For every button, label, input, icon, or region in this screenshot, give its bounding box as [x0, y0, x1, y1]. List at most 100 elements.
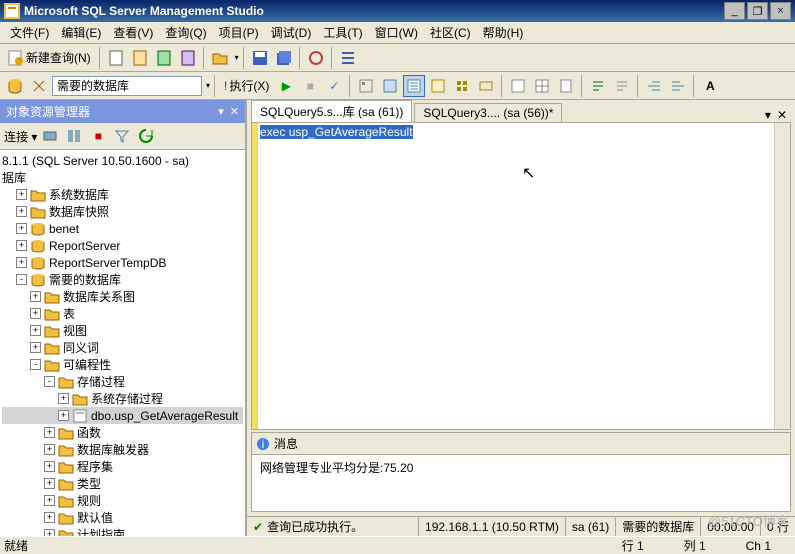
- new-query-button[interactable]: 新建查询(N): [4, 47, 95, 68]
- tree-node[interactable]: +默认值: [2, 509, 243, 526]
- results-text-icon[interactable]: [507, 75, 529, 97]
- outdent-icon[interactable]: [667, 75, 689, 97]
- expander-icon[interactable]: +: [44, 444, 55, 455]
- uncomment-icon[interactable]: [611, 75, 633, 97]
- object-tree[interactable]: 8.1.1 (SQL Server 10.50.1600 - sa) 据库 +系…: [0, 150, 245, 536]
- tree-node[interactable]: +benet: [2, 220, 243, 237]
- execute-button[interactable]: ! 执行(X): [220, 77, 273, 94]
- change-conn-icon[interactable]: [28, 75, 50, 97]
- editor-scrollbar[interactable]: [774, 123, 790, 429]
- tb-btn-3[interactable]: [153, 47, 175, 69]
- db-icon[interactable]: [4, 75, 26, 97]
- indent-icon[interactable]: [643, 75, 665, 97]
- expander-icon[interactable]: +: [58, 410, 69, 421]
- expander-icon[interactable]: -: [16, 274, 27, 285]
- connect-dropdown[interactable]: 连接 ▾: [4, 128, 37, 145]
- sql-editor[interactable]: exec usp_GetAverageResult ↖: [251, 122, 791, 430]
- parse-icon[interactable]: ✓: [323, 75, 345, 97]
- expander-icon[interactable]: +: [16, 189, 27, 200]
- oe-btn-refresh[interactable]: [135, 125, 157, 147]
- tree-node[interactable]: +dbo.usp_GetAverageResult: [2, 407, 243, 424]
- expander-icon[interactable]: +: [44, 461, 55, 472]
- tree-node[interactable]: +系统存储过程: [2, 390, 243, 407]
- tree-node[interactable]: +视图: [2, 322, 243, 339]
- oe-btn-2[interactable]: [63, 125, 85, 147]
- menu-debug[interactable]: 调试(D): [265, 22, 318, 43]
- tree-node[interactable]: +ReportServer: [2, 237, 243, 254]
- tb-btn-2[interactable]: [129, 47, 151, 69]
- minimize-button[interactable]: _: [724, 2, 745, 20]
- tree-node[interactable]: +数据库关系图: [2, 288, 243, 305]
- database-dropdown[interactable]: 需要的数据库: [52, 76, 202, 96]
- tree-node[interactable]: +同义词: [2, 339, 243, 356]
- open-icon[interactable]: [209, 47, 231, 69]
- menu-window[interactable]: 窗口(W): [369, 22, 424, 43]
- menu-query[interactable]: 查询(Q): [159, 22, 212, 43]
- tree-node[interactable]: +函数: [2, 424, 243, 441]
- messages-tab[interactable]: i 消息: [252, 433, 790, 455]
- activity-icon[interactable]: [305, 47, 327, 69]
- tb-btn-1[interactable]: [105, 47, 127, 69]
- save-icon[interactable]: [249, 47, 271, 69]
- opts-icon-1[interactable]: [379, 75, 401, 97]
- object-explorer-close[interactable]: ✕: [230, 105, 239, 118]
- plan-icon[interactable]: [355, 75, 377, 97]
- oe-btn-1[interactable]: [39, 125, 61, 147]
- tree-node[interactable]: +计划指南: [2, 526, 243, 536]
- menu-project[interactable]: 项目(P): [213, 22, 265, 43]
- tb-btn-4[interactable]: [177, 47, 199, 69]
- expander-icon[interactable]: +: [44, 529, 55, 536]
- stop-icon[interactable]: ■: [299, 75, 321, 97]
- expander-icon[interactable]: +: [44, 427, 55, 438]
- menu-tools[interactable]: 工具(T): [317, 22, 368, 43]
- opts-icon-5[interactable]: [475, 75, 497, 97]
- tree-node[interactable]: +类型: [2, 475, 243, 492]
- tree-node[interactable]: +数据库快照: [2, 203, 243, 220]
- tree-node[interactable]: -可编程性: [2, 356, 243, 373]
- menu-community[interactable]: 社区(C): [424, 22, 477, 43]
- expander-icon[interactable]: -: [30, 359, 41, 370]
- tree-node[interactable]: +系统数据库: [2, 186, 243, 203]
- results-file-icon[interactable]: [555, 75, 577, 97]
- list-icon[interactable]: [337, 47, 359, 69]
- oe-btn-3[interactable]: ■: [87, 125, 109, 147]
- restore-button[interactable]: ❐: [747, 2, 768, 20]
- tree-node[interactable]: +程序集: [2, 458, 243, 475]
- open-dropdown[interactable]: ▾: [235, 53, 239, 62]
- menu-help[interactable]: 帮助(H): [477, 22, 530, 43]
- tree-node[interactable]: -需要的数据库: [2, 271, 243, 288]
- menu-edit[interactable]: 编辑(E): [55, 22, 107, 43]
- expander-icon[interactable]: +: [16, 240, 27, 251]
- tab-nav-dropdown[interactable]: ▾: [763, 108, 773, 122]
- specify-values-icon[interactable]: A: [699, 75, 721, 97]
- expander-icon[interactable]: +: [16, 206, 27, 217]
- opts-icon-2[interactable]: [403, 75, 425, 97]
- menu-view[interactable]: 查看(V): [107, 22, 159, 43]
- expander-icon[interactable]: +: [30, 342, 41, 353]
- comment-icon[interactable]: [587, 75, 609, 97]
- tab-query3[interactable]: SQLQuery3.... (sa (56))*: [414, 103, 562, 122]
- expander-icon[interactable]: -: [44, 376, 55, 387]
- expander-icon[interactable]: +: [30, 291, 41, 302]
- tree-node[interactable]: +数据库触发器: [2, 441, 243, 458]
- expander-icon[interactable]: +: [30, 325, 41, 336]
- save-all-icon[interactable]: [273, 47, 295, 69]
- tab-query5[interactable]: SQLQuery5.s...库 (sa (61)): [251, 100, 412, 122]
- pin-icon[interactable]: ▾: [218, 105, 224, 118]
- oe-btn-filter[interactable]: [111, 125, 133, 147]
- messages-body[interactable]: 网络管理专业平均分是:75.20: [252, 455, 790, 511]
- expander-icon[interactable]: +: [16, 223, 27, 234]
- expander-icon[interactable]: +: [44, 495, 55, 506]
- tree-node[interactable]: +ReportServerTempDB: [2, 254, 243, 271]
- opts-icon-4[interactable]: [451, 75, 473, 97]
- server-node[interactable]: 8.1.1 (SQL Server 10.50.1600 - sa): [2, 152, 243, 169]
- results-grid-icon[interactable]: [531, 75, 553, 97]
- expander-icon[interactable]: +: [44, 478, 55, 489]
- expander-icon[interactable]: +: [44, 512, 55, 523]
- tree-node[interactable]: -存储过程: [2, 373, 243, 390]
- expander-icon[interactable]: +: [16, 257, 27, 268]
- debug-icon[interactable]: ▶: [275, 75, 297, 97]
- expander-icon[interactable]: +: [58, 393, 69, 404]
- opts-icon-3[interactable]: [427, 75, 449, 97]
- close-button[interactable]: ×: [770, 2, 791, 20]
